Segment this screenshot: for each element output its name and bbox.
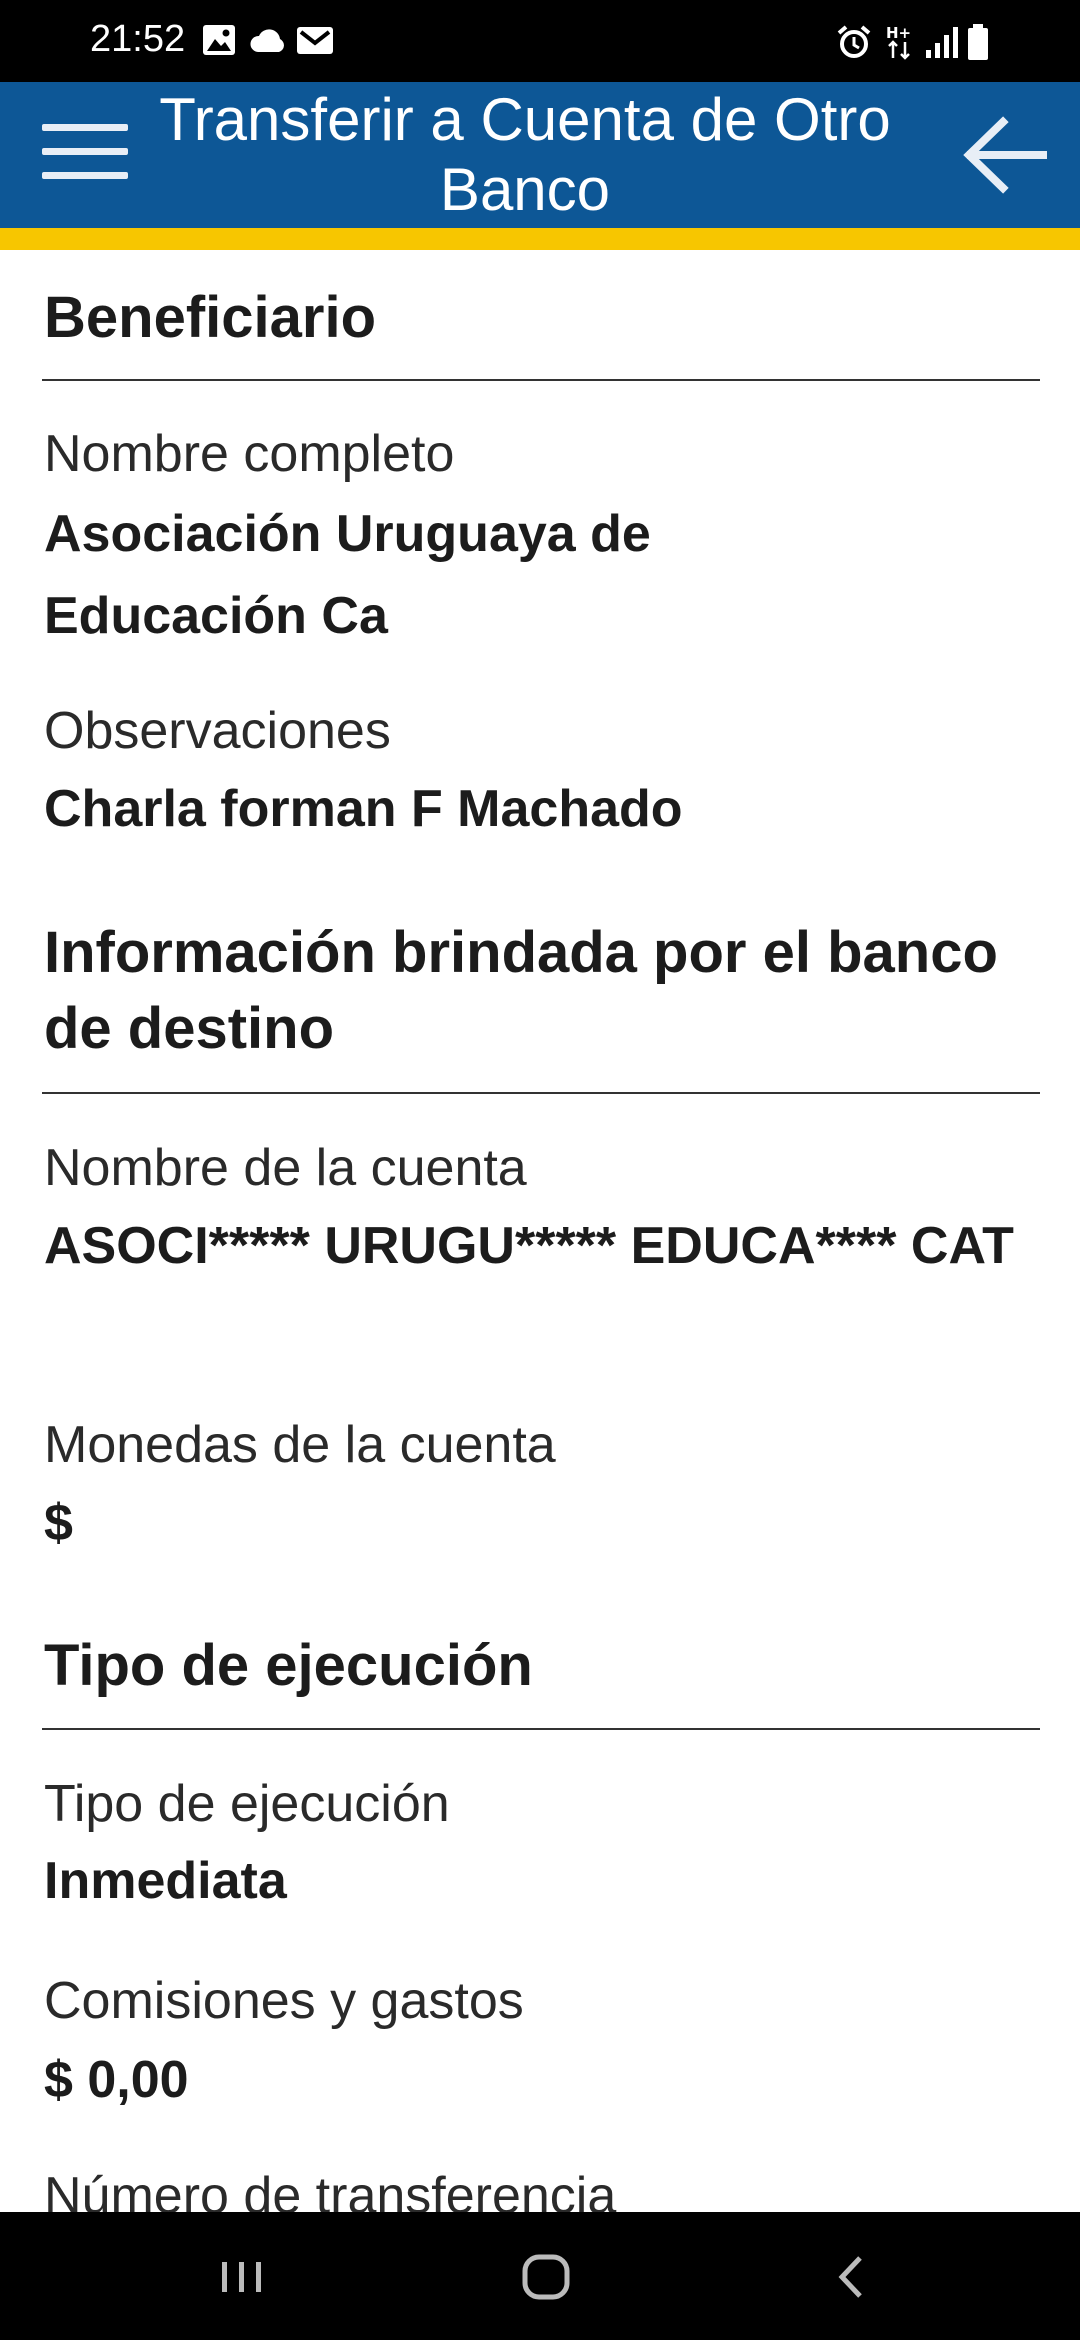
transfer-details: Beneficiario Nombre completo Asociación … (0, 250, 1080, 2212)
mail-icon (297, 27, 333, 54)
section-title-banco-destino: Información brindada por el banco de des… (44, 920, 998, 1061)
menu-button[interactable] (30, 108, 140, 198)
section-title-ejecucion: Tipo de ejecución (44, 1633, 533, 1698)
observaciones-label: Observaciones (44, 702, 391, 760)
alarm-icon (837, 25, 871, 58)
status-bar: 21:52 H+ (0, 0, 1080, 82)
home-icon[interactable] (485, 2232, 605, 2322)
tipo-ejecucion-label: Tipo de ejecución (44, 1775, 450, 1833)
tipo-ejecucion-value: Inmediata (44, 1852, 287, 1910)
divider (42, 379, 1040, 381)
system-nav-bar (0, 2212, 1080, 2340)
comisiones-label: Comisiones y gastos (44, 1972, 524, 2030)
nombre-completo-label: Nombre completo (44, 425, 455, 483)
accent-strip (0, 228, 1080, 250)
comisiones-value: $ 0,00 (44, 2051, 189, 2109)
nombre-cuenta-value: ASOCI***** URUGU***** EDUCA**** CAT (44, 1217, 1014, 1275)
gallery-icon (203, 25, 235, 55)
nombre-cuenta-label: Nombre de la cuenta (44, 1139, 527, 1197)
back-nav-icon[interactable] (790, 2232, 910, 2322)
svg-text:H+: H+ (886, 24, 911, 42)
monedas-cuenta-value: $ (44, 1494, 73, 1552)
battery-icon (968, 24, 988, 60)
status-time: 21:52 (90, 18, 186, 60)
signal-icon (926, 27, 958, 58)
divider (42, 1728, 1040, 1730)
cloud-icon (250, 29, 284, 52)
nombre-completo-value: Asociación Uruguaya de Educación Ca (44, 505, 651, 645)
section-title-beneficiario: Beneficiario (44, 285, 376, 350)
hamburger-icon (42, 124, 128, 131)
numero-transferencia-label: Número de transferencia (44, 2167, 617, 2212)
monedas-cuenta-label: Monedas de la cuenta (44, 1416, 556, 1474)
back-arrow-icon[interactable] (955, 108, 1055, 203)
observaciones-value: Charla forman F Machado (44, 780, 683, 838)
recent-apps-icon[interactable] (182, 2232, 302, 2322)
page-title: Transferir a Cuenta de Otro Banco (159, 86, 891, 223)
data-hplus-icon: H+ (886, 24, 911, 60)
divider (42, 1092, 1040, 1094)
